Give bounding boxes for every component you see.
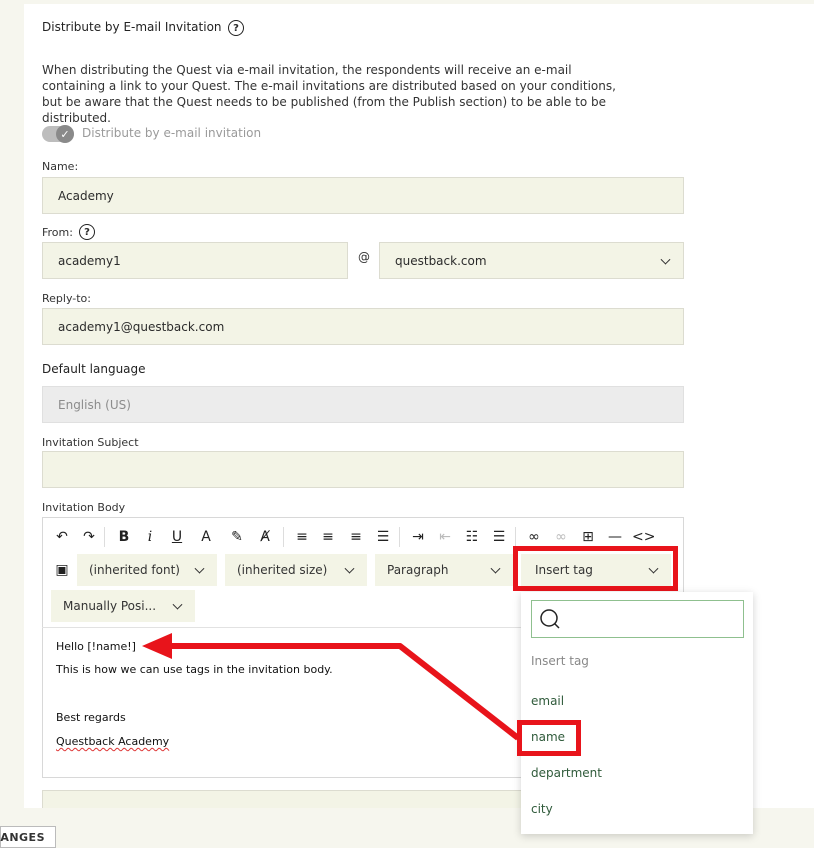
save-changes-button[interactable]: ANGES: [0, 826, 56, 848]
annotation-arrow: [142, 633, 520, 741]
